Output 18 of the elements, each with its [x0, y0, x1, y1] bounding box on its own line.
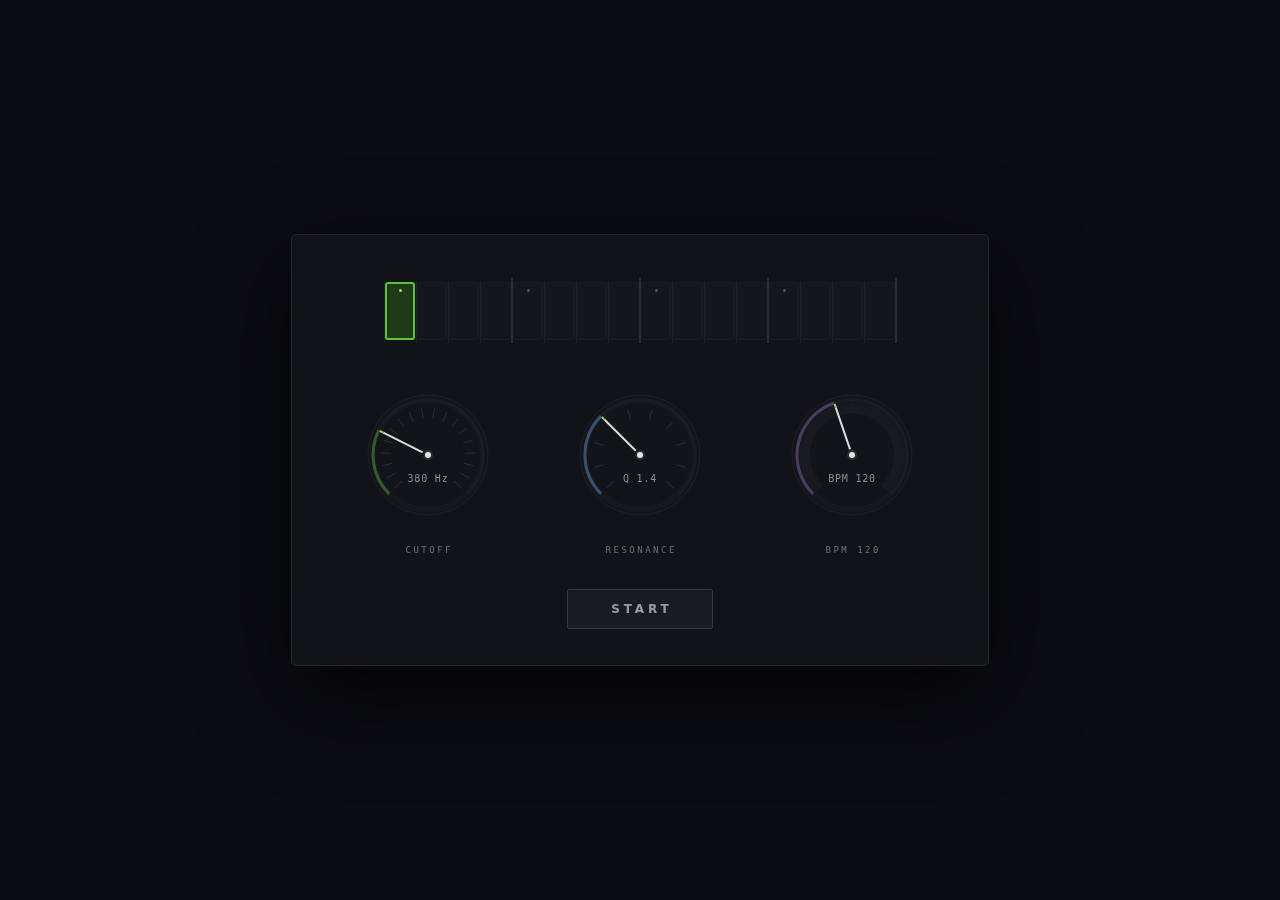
dial-needle[interactable] [600, 415, 637, 452]
start-button[interactable]: START [567, 589, 713, 629]
dot-icon [654, 289, 658, 292]
dial-label: BPM 120 [824, 544, 881, 556]
dial-hub-icon [847, 450, 857, 460]
dial-reading: 380 Hz [407, 473, 449, 485]
dot-icon [782, 289, 786, 292]
dot-icon [398, 289, 402, 292]
dot-icon [526, 289, 530, 292]
dial-needle[interactable] [833, 402, 852, 451]
dial-reading: Q 1.4 [622, 473, 658, 485]
dial-hub-icon [635, 450, 645, 460]
dial-needle[interactable] [378, 429, 424, 454]
dial-hub-icon [423, 450, 433, 460]
dial-label: RESONANCE [604, 544, 677, 556]
step-pad[interactable] [385, 282, 415, 340]
dial-reading: BPM 120 [828, 473, 876, 485]
dial-label: CUTOFF [404, 544, 453, 556]
